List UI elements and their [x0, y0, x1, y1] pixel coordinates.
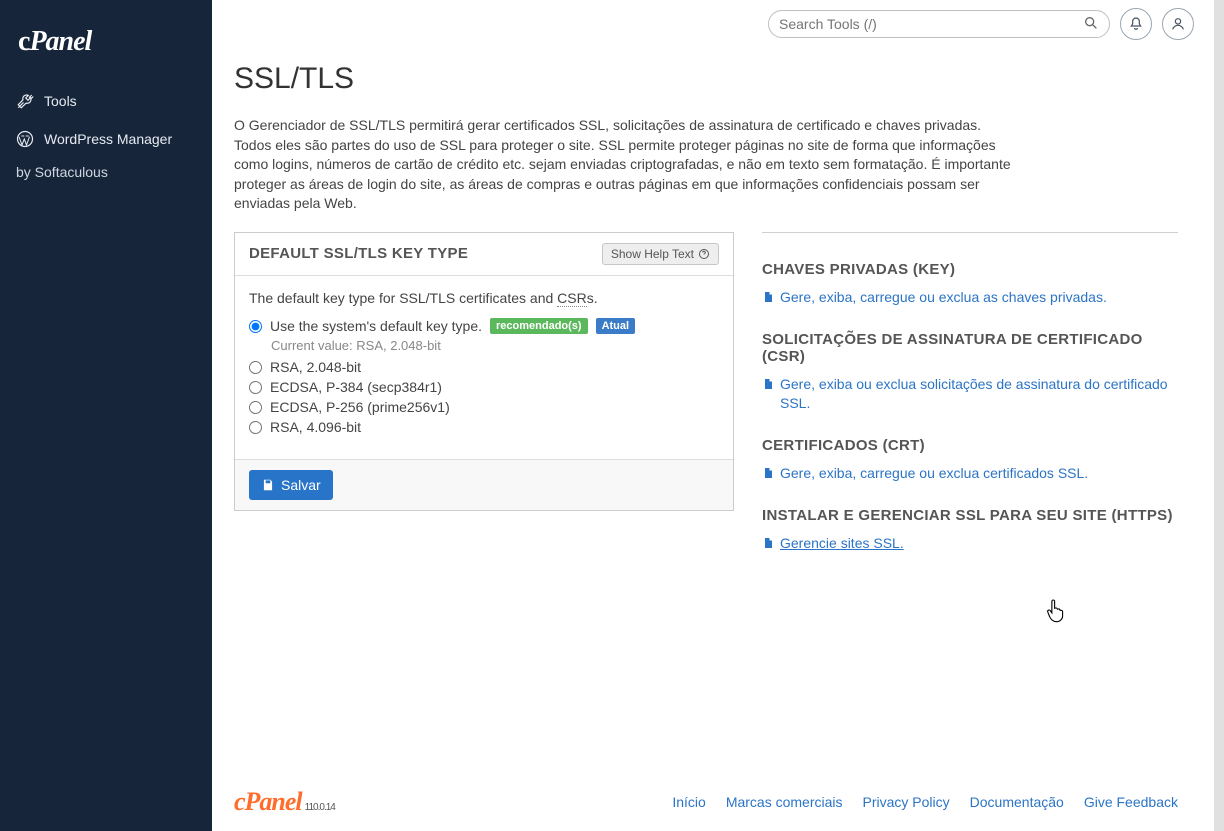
- radio-rsa2048[interactable]: [249, 361, 262, 374]
- panel-desc: The default key type for SSL/TLS certifi…: [249, 290, 719, 306]
- block-title: SOLICITAÇÕES DE ASSINATURA DE CERTIFICAD…: [762, 331, 1178, 365]
- csr-abbrev: CSR: [557, 290, 587, 307]
- radio-ecdsa256[interactable]: [249, 401, 262, 414]
- link-text: Gere, exiba ou exclua solicitações de as…: [780, 375, 1178, 413]
- file-icon: [762, 290, 774, 304]
- footer-link-inicio[interactable]: Início: [672, 794, 705, 810]
- key-option-default[interactable]: Use the system's default key type. recom…: [249, 316, 719, 336]
- user-icon: [1170, 16, 1186, 32]
- link-text: Gere, exiba, carregue ou exclua as chave…: [780, 288, 1107, 307]
- save-button[interactable]: Salvar: [249, 470, 333, 500]
- file-icon: [762, 377, 774, 391]
- badge-current: Atual: [596, 318, 636, 334]
- intro-text: O Gerenciador de SSL/TLS permitirá gerar…: [234, 116, 1014, 214]
- search-input-wrap[interactable]: [768, 10, 1110, 38]
- help-icon: [698, 248, 710, 260]
- key-option-ecdsa384[interactable]: ECDSA, P-384 (secp384r1): [249, 377, 719, 397]
- key-option-ecdsa256[interactable]: ECDSA, P-256 (prime256v1): [249, 397, 719, 417]
- block-crt: CERTIFICADOS (CRT) Gere, exiba, carregue…: [762, 437, 1178, 483]
- sidebar-subline: by Softaculous: [0, 158, 212, 192]
- panel-title: DEFAULT SSL/TLS KEY TYPE: [249, 245, 468, 262]
- footer-links: Início Marcas comerciais Privacy Policy …: [672, 794, 1178, 810]
- sidebar-item-label: Tools: [44, 93, 77, 109]
- save-label: Salvar: [281, 477, 321, 493]
- footer-link-privacy[interactable]: Privacy Policy: [863, 794, 950, 810]
- link-manage-ssl[interactable]: Gerencie sites SSL.: [762, 534, 904, 553]
- help-button-label: Show Help Text: [611, 247, 694, 261]
- key-option-rsa4096[interactable]: RSA, 4.096-bit: [249, 417, 719, 437]
- block-private-keys: CHAVES PRIVADAS (KEY) Gere, exiba, carre…: [762, 261, 1178, 307]
- show-help-button[interactable]: Show Help Text: [602, 243, 719, 265]
- main: SSL/TLS O Gerenciador de SSL/TLS permiti…: [212, 0, 1224, 831]
- link-text: Gere, exiba, carregue ou exclua certific…: [780, 464, 1088, 483]
- current-value: Current value: RSA, 2.048-bit: [271, 338, 719, 353]
- footer-logo: cPanel110.0.14: [234, 787, 335, 817]
- link-crt[interactable]: Gere, exiba, carregue ou exclua certific…: [762, 464, 1088, 483]
- footer: cPanel110.0.14 Início Marcas comerciais …: [212, 777, 1214, 831]
- option-label: Use the system's default key type.: [270, 318, 482, 334]
- content: SSL/TLS O Gerenciador de SSL/TLS permiti…: [212, 48, 1214, 777]
- page-title: SSL/TLS: [234, 62, 1178, 96]
- option-label: ECDSA, P-256 (prime256v1): [270, 399, 450, 415]
- footer-link-feedback[interactable]: Give Feedback: [1084, 794, 1178, 810]
- file-icon: [762, 466, 774, 480]
- version: 110.0.14: [305, 802, 335, 813]
- file-icon: [762, 536, 774, 550]
- option-label: RSA, 4.096-bit: [270, 419, 361, 435]
- user-menu-button[interactable]: [1162, 8, 1194, 40]
- option-label: ECDSA, P-384 (secp384r1): [270, 379, 442, 395]
- sidebar-item-tools[interactable]: Tools: [0, 82, 212, 120]
- wrench-icon: [16, 92, 34, 110]
- radio-rsa4096[interactable]: [249, 421, 262, 434]
- radio-default[interactable]: [249, 320, 262, 333]
- topbar: [212, 0, 1214, 48]
- block-title: CHAVES PRIVADAS (KEY): [762, 261, 1178, 278]
- notifications-button[interactable]: [1120, 8, 1152, 40]
- badge-recommended: recomendado(s): [490, 318, 588, 334]
- bell-icon: [1128, 16, 1144, 32]
- sidebar-item-wordpress[interactable]: WordPress Manager: [0, 120, 212, 158]
- wordpress-icon: [16, 130, 34, 148]
- block-install-ssl: INSTALAR E GERENCIAR SSL PARA SEU SITE (…: [762, 507, 1178, 553]
- block-title: CERTIFICADOS (CRT): [762, 437, 1178, 454]
- option-label: RSA, 2.048-bit: [270, 359, 361, 375]
- footer-link-marcas[interactable]: Marcas comerciais: [726, 794, 843, 810]
- right-column: CHAVES PRIVADAS (KEY) Gere, exiba, carre…: [762, 232, 1178, 577]
- sidebar-logo: cPanel: [0, 18, 212, 82]
- key-type-panel: DEFAULT SSL/TLS KEY TYPE Show Help Text …: [234, 232, 734, 511]
- footer-link-docs[interactable]: Documentação: [970, 794, 1064, 810]
- save-icon: [261, 478, 275, 492]
- link-csr[interactable]: Gere, exiba ou exclua solicitações de as…: [762, 375, 1178, 413]
- search-icon[interactable]: [1083, 15, 1099, 34]
- radio-ecdsa384[interactable]: [249, 381, 262, 394]
- block-csr: SOLICITAÇÕES DE ASSINATURA DE CERTIFICAD…: [762, 331, 1178, 413]
- search-input[interactable]: [779, 16, 1077, 32]
- sidebar-item-label: WordPress Manager: [44, 131, 172, 147]
- link-text: Gerencie sites SSL.: [780, 534, 904, 553]
- key-option-rsa2048[interactable]: RSA, 2.048-bit: [249, 357, 719, 377]
- sidebar: cPanel Tools WordPress Manager by Softac…: [0, 0, 212, 831]
- link-private-keys[interactable]: Gere, exiba, carregue ou exclua as chave…: [762, 288, 1107, 307]
- block-title: INSTALAR E GERENCIAR SSL PARA SEU SITE (…: [762, 507, 1178, 524]
